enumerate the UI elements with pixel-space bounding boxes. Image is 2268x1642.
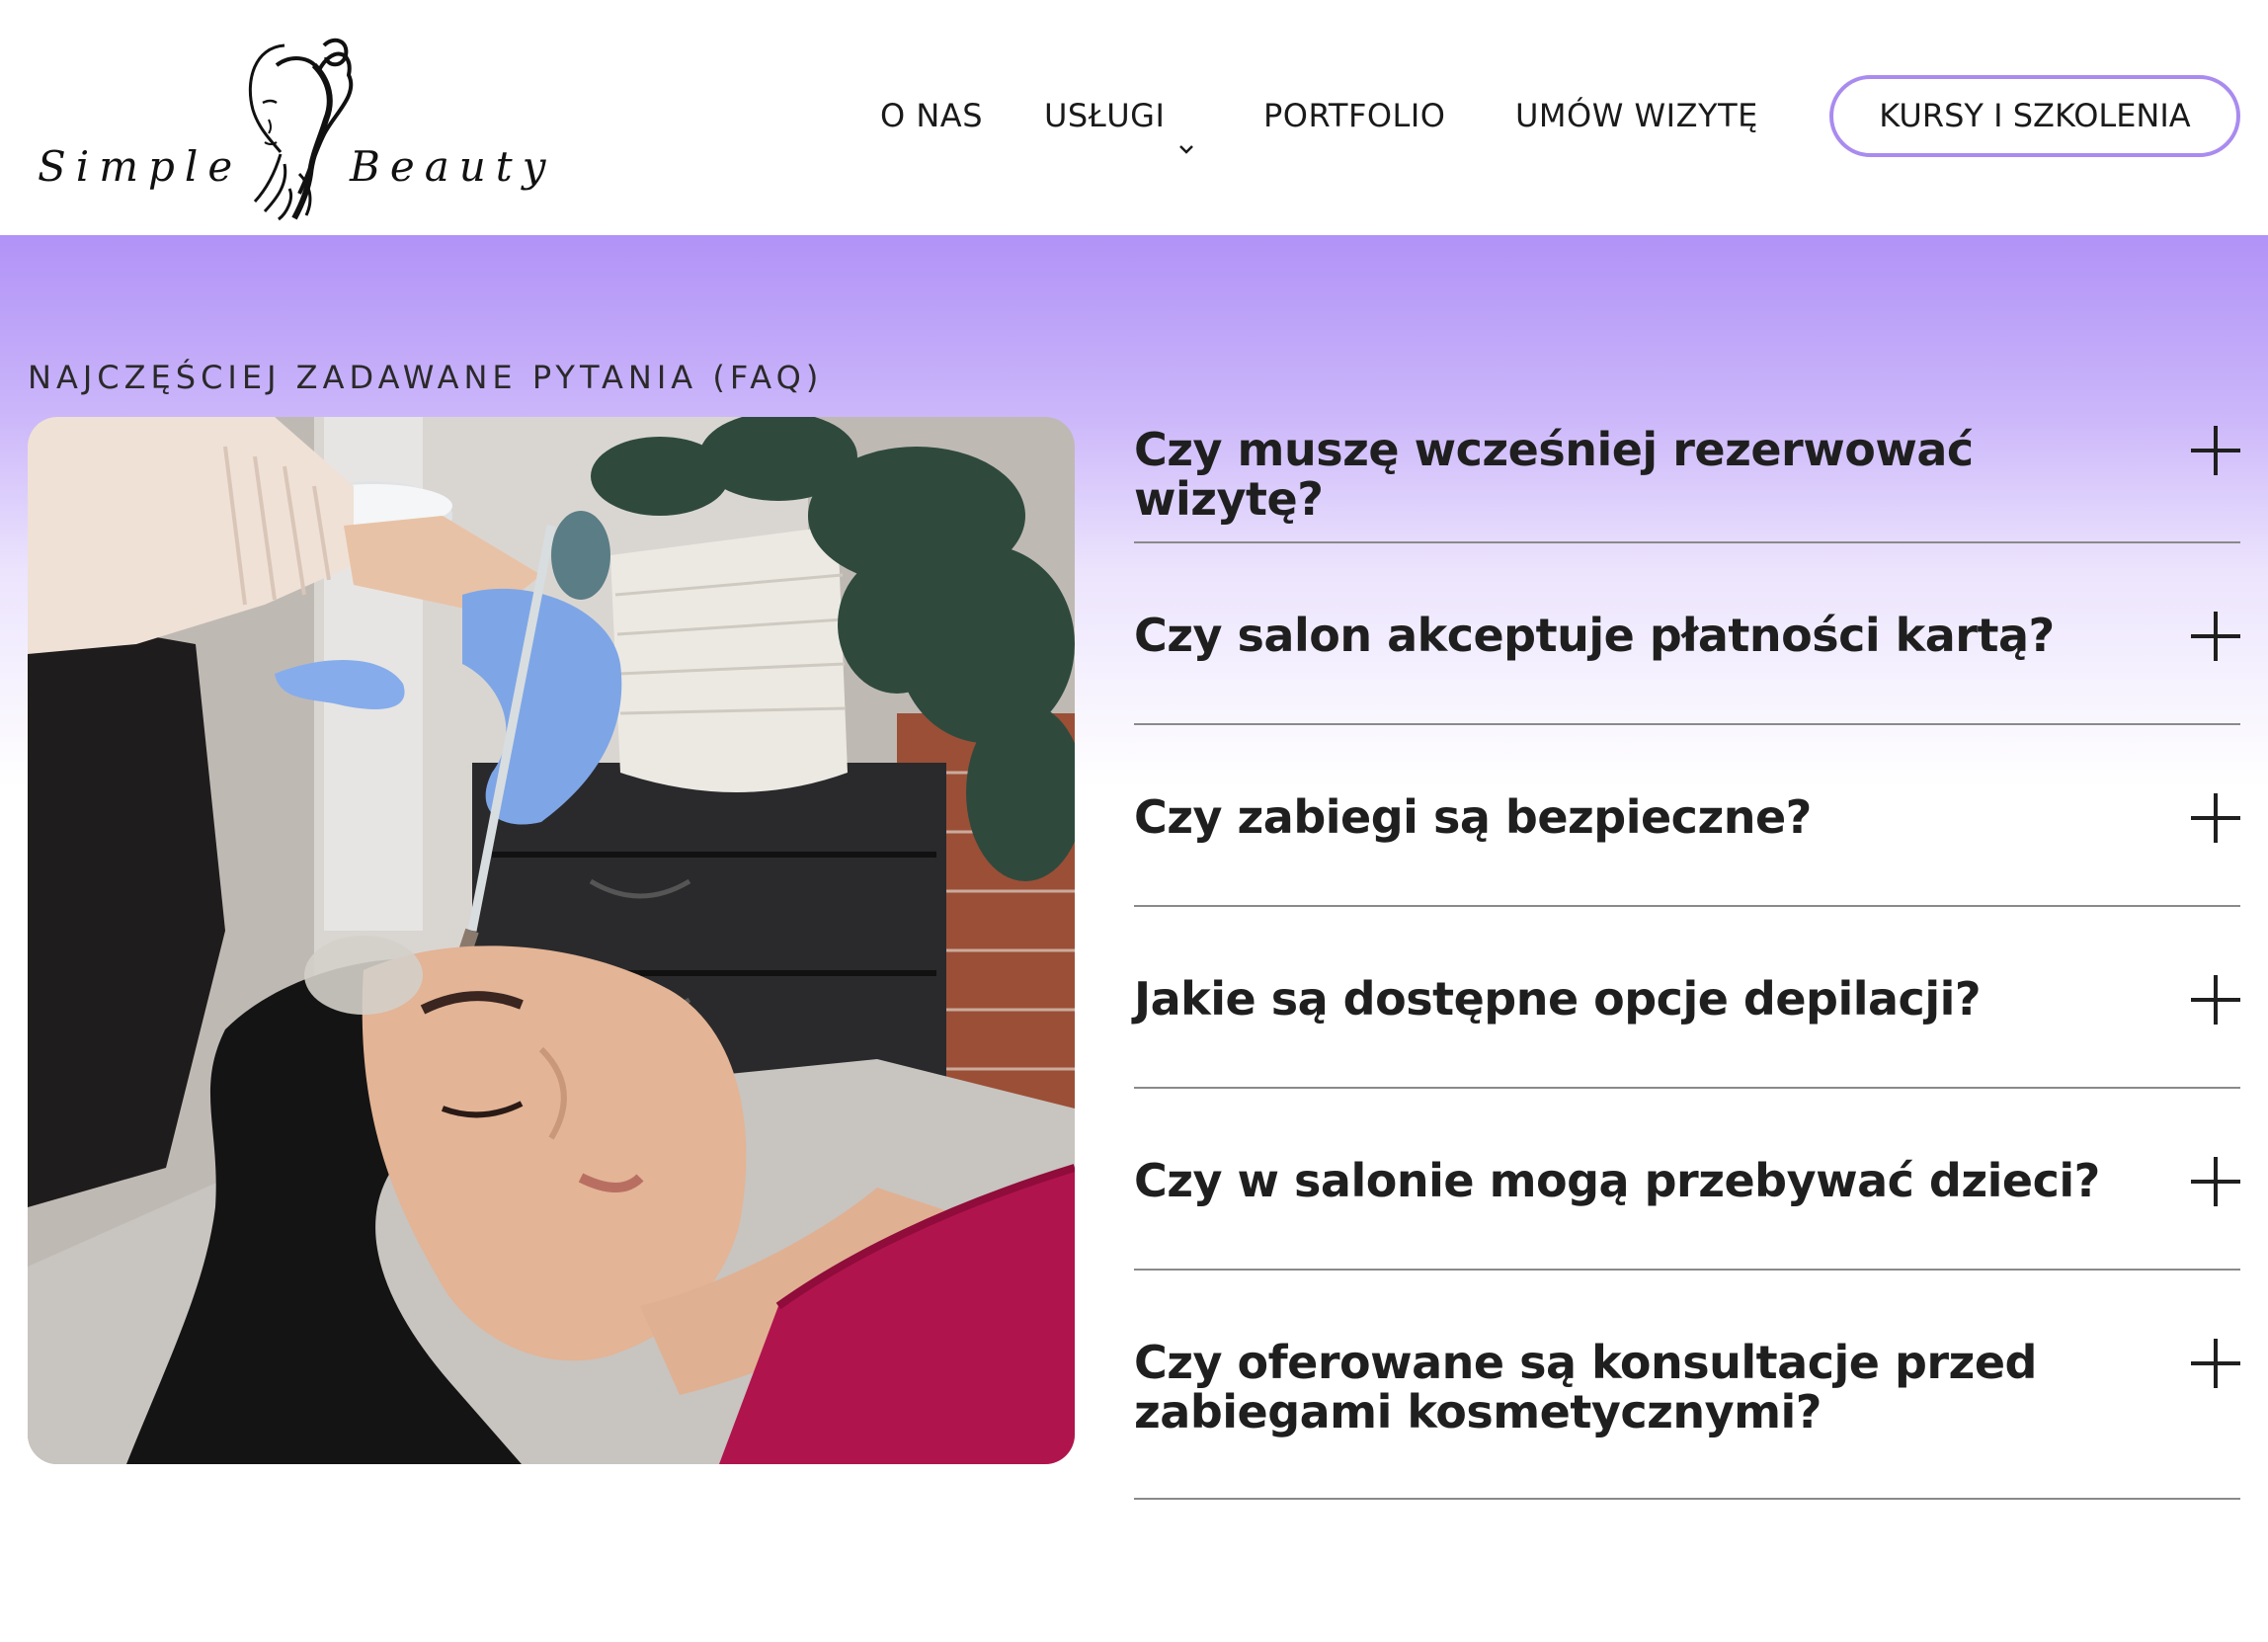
- plus-icon[interactable]: [2191, 975, 2240, 1025]
- faq-question: Czy w salonie mogą przebywać dzieci?: [1134, 1154, 2100, 1207]
- nav-item-uslugi[interactable]: USŁUGI: [1044, 75, 1194, 156]
- nav-item-o-nas[interactable]: O NAS: [880, 75, 983, 156]
- plus-icon[interactable]: [2191, 1157, 2240, 1206]
- faq-item[interactable]: Czy w salonie mogą przebywać dzieci?: [1134, 1089, 2240, 1271]
- nav-item-umow-wizyte[interactable]: UMÓW WIZYTĘ: [1515, 75, 1758, 156]
- plus-icon[interactable]: [2191, 1339, 2240, 1388]
- faq-item[interactable]: Czy muszę wcześniej rezerwować wizytę?: [1134, 417, 2240, 543]
- faq-question: Czy muszę wcześniej rezerwować wizytę?: [1134, 423, 1974, 526]
- site-header: Simple Beauty O NAS USŁUGI PORTFOLIO UMÓ…: [0, 0, 2268, 235]
- treatment-photo: [28, 417, 1075, 1464]
- logo-face-illustration: [248, 38, 354, 221]
- faq-section: NAJCZĘŚCIEJ ZADAWANE PYTANIA (FAQ) Czy m…: [0, 235, 2268, 1642]
- faq-item[interactable]: Jakie są dostępne opcje depilacji?: [1134, 907, 2240, 1089]
- faq-question: Jakie są dostępne opcje depilacji?: [1134, 972, 1982, 1026]
- faq-question: Czy zabiegi są bezpieczne?: [1134, 790, 1812, 844]
- faq-item[interactable]: Czy salon akceptuje płatności kartą?: [1134, 543, 2240, 725]
- plus-icon[interactable]: [2191, 793, 2240, 843]
- faq-question: Czy salon akceptuje płatności kartą?: [1134, 609, 2055, 662]
- plus-icon[interactable]: [2191, 612, 2240, 661]
- chevron-down-icon: [1178, 106, 1194, 154]
- nav-item-portfolio[interactable]: PORTFOLIO: [1263, 75, 1445, 156]
- logo[interactable]: Simple Beauty: [28, 26, 561, 223]
- faq-item[interactable]: Czy oferowane są konsultacje przed zabie…: [1134, 1271, 2240, 1500]
- faq-eyebrow: NAJCZĘŚCIEJ ZADAWANE PYTANIA (FAQ): [28, 359, 824, 396]
- faq-question: Czy oferowane są konsultacje przed zabie…: [1134, 1336, 2037, 1438]
- faq-accordion: Czy muszę wcześniej rezerwować wizytę? C…: [1134, 417, 2240, 1500]
- logo-text-beauty: Beauty: [350, 142, 556, 191]
- logo-text-simple: Simple: [38, 142, 243, 191]
- faq-item[interactable]: Czy zabiegi są bezpieczne?: [1134, 725, 2240, 907]
- treatment-photo-illustration: [28, 417, 1075, 1464]
- nav-item-uslugi-label: USŁUGI: [1044, 97, 1166, 134]
- plus-icon[interactable]: [2191, 426, 2240, 475]
- courses-button[interactable]: KURSY I SZKOLENIA: [1829, 75, 2240, 157]
